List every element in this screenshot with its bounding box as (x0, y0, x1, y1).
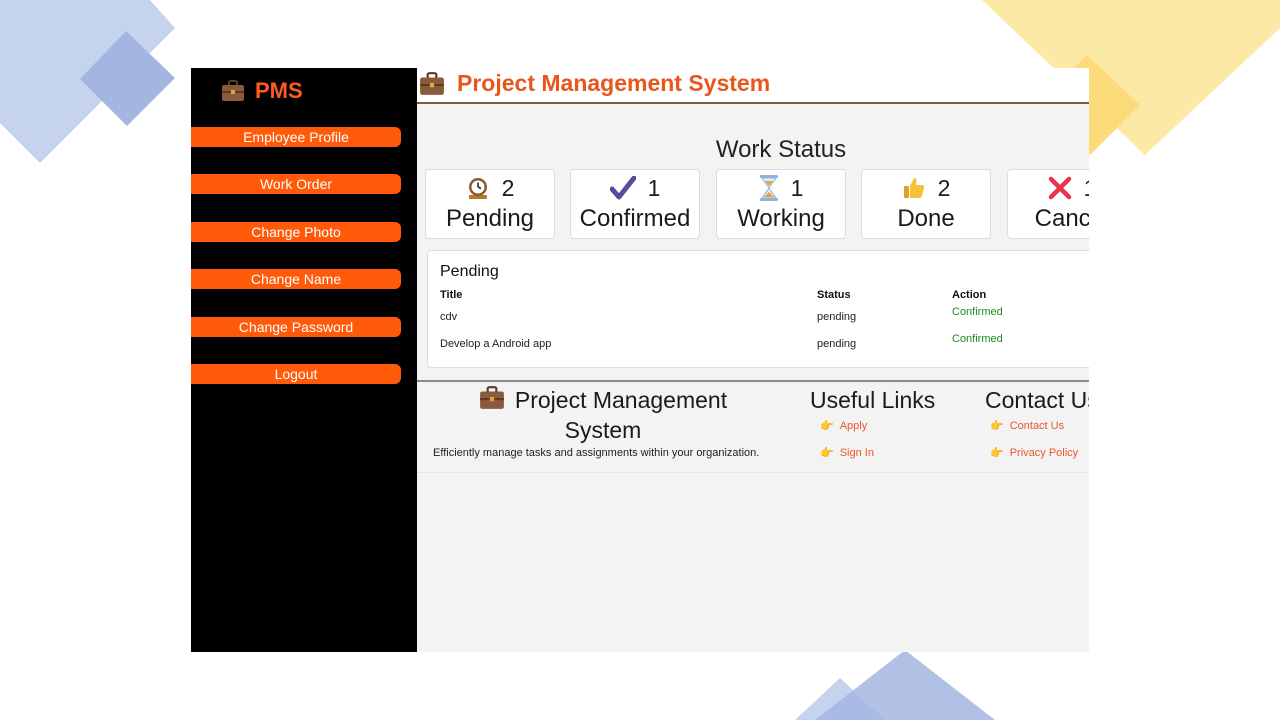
page-title: Project Management System (419, 70, 770, 97)
useful-links-heading: Useful Links (810, 387, 936, 413)
pointing-hand-icon: 👉 (820, 420, 834, 432)
footer-title: Project Management System (457, 386, 749, 444)
status-card-confirmed[interactable]: 1 Confirmed (570, 169, 700, 239)
check-mark-icon (609, 176, 636, 200)
contact-heading: Contact Us (985, 387, 1089, 413)
briefcase-icon (419, 71, 445, 96)
status-card-pending[interactable]: 2 Pending (425, 169, 555, 239)
pending-table-title: Pending (440, 263, 499, 280)
decor-shapes-bottom (795, 650, 995, 720)
alarm-clock-icon (466, 176, 490, 200)
footer-description: Efficiently manage tasks and assignments… (433, 447, 760, 459)
privacy-policy-link[interactable]: 👉 Privacy Policy (990, 446, 1078, 460)
hourglass-icon (759, 175, 779, 201)
status-card-working[interactable]: 1 Working (716, 169, 846, 239)
confirm-action-link[interactable]: Confirmed (952, 333, 1003, 345)
pointing-hand-icon: 👉 (990, 420, 1004, 432)
sidebar-item-work-order[interactable]: Work Order (191, 174, 401, 195)
work-status-title: Work Status (715, 136, 847, 163)
briefcase-icon (221, 80, 245, 102)
cross-mark-icon (1048, 176, 1072, 200)
app-window: PMS Employee Profile Work Order Change P… (191, 68, 1089, 652)
contact-us-link[interactable]: 👉 Contact Us (990, 419, 1064, 433)
column-header-status: Status (817, 289, 851, 301)
briefcase-icon (479, 386, 505, 416)
status-card-cancel[interactable]: 1 Cancel (1007, 169, 1089, 239)
pointing-hand-icon: 👉 (820, 447, 834, 459)
header-bar: Project Management System (417, 68, 1089, 104)
sign-in-link[interactable]: 👉 Sign In (820, 446, 874, 460)
cell-title: Develop a Android app (440, 338, 552, 350)
cell-title: cdv (440, 311, 458, 323)
sidebar-nav: Employee Profile Work Order Change Photo… (191, 127, 401, 411)
column-header-action: Action (952, 289, 987, 301)
apply-link[interactable]: 👉 Apply (820, 419, 867, 433)
sidebar-item-employee-profile[interactable]: Employee Profile (191, 127, 401, 147)
pointing-hand-icon: 👉 (990, 447, 1004, 459)
sidebar-item-logout[interactable]: Logout (191, 363, 401, 384)
sidebar-item-change-photo[interactable]: Change Photo (191, 221, 401, 242)
confirm-action-link[interactable]: Confirmed (952, 306, 1003, 318)
sidebar-brand[interactable]: PMS (221, 74, 303, 108)
thumbs-up-icon (902, 176, 926, 200)
decor-shapes-top-left (0, 0, 175, 163)
cell-status: pending (817, 338, 857, 350)
sidebar-item-change-name[interactable]: Change Name (191, 269, 401, 290)
column-header-title: Title (440, 289, 463, 301)
footer: Project Management System Efficiently ma… (417, 380, 1089, 473)
pending-table-panel: Pending Title Status Action cdv pending … (427, 250, 1089, 368)
cell-status: pending (817, 311, 857, 323)
brand-name: PMS (255, 78, 303, 103)
sidebar: PMS Employee Profile Work Order Change P… (191, 68, 417, 652)
main-content: Project Management System Work Status 2 … (417, 68, 1089, 652)
status-card-done[interactable]: 2 Done (861, 169, 991, 239)
sidebar-item-change-password[interactable]: Change Password (191, 316, 401, 337)
